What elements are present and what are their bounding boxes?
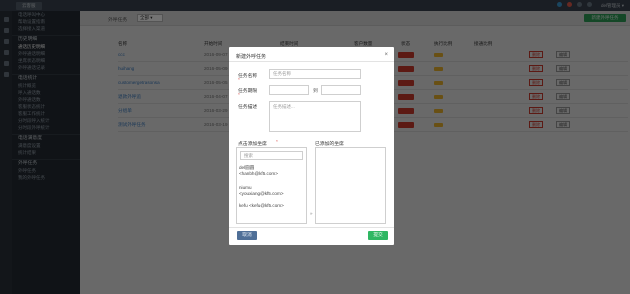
required-mark: *	[238, 78, 240, 83]
required-mark: *	[238, 93, 240, 98]
new-task-dialog: 新建外呼任务 × 任务名称 * 任务名称 任务期限 * 到 任务描述 任务描述.…	[229, 47, 394, 245]
task-name-input[interactable]: 任务名称	[269, 69, 361, 79]
seat-name: kefu <kefu@kf5.com>	[239, 203, 284, 208]
cancel-button[interactable]: 取消	[237, 231, 257, 240]
seat-search-input[interactable]: 搜索	[240, 151, 303, 160]
submit-button[interactable]: 提交	[368, 231, 388, 240]
seat-email: <youxiang@kf5.com>	[239, 191, 284, 196]
task-desc-label: 任务描述	[238, 105, 258, 110]
divider	[229, 227, 394, 228]
added-seats-box[interactable]	[315, 147, 386, 224]
seat-option[interactable]: kefu <kefu@kf5.com>	[239, 203, 305, 209]
close-icon[interactable]: ×	[384, 52, 388, 58]
task-desc-textarea[interactable]: 任务描述...	[269, 101, 361, 132]
seat-list-label: 点击添加坐席	[238, 142, 267, 147]
seat-option[interactable]: del圆圆 <hanbh@kf5.com>	[239, 165, 305, 177]
seat-option[interactable]: niumu <youxiang@kf5.com>	[239, 185, 305, 197]
seat-email: <hanbh@kf5.com>	[239, 171, 278, 176]
divider	[229, 61, 394, 62]
task-name-label: 任务名称	[238, 74, 258, 79]
task-period-label: 任务期限	[238, 89, 258, 94]
end-date-input[interactable]	[321, 85, 361, 95]
required-mark: *	[276, 140, 278, 145]
period-separator: 到	[313, 89, 318, 94]
start-date-input[interactable]	[269, 85, 309, 95]
move-seat-arrow[interactable]: »	[310, 211, 313, 216]
dialog-title: 新建外呼任务	[236, 54, 267, 60]
added-seats-label: 已添加的坐席	[315, 142, 344, 147]
